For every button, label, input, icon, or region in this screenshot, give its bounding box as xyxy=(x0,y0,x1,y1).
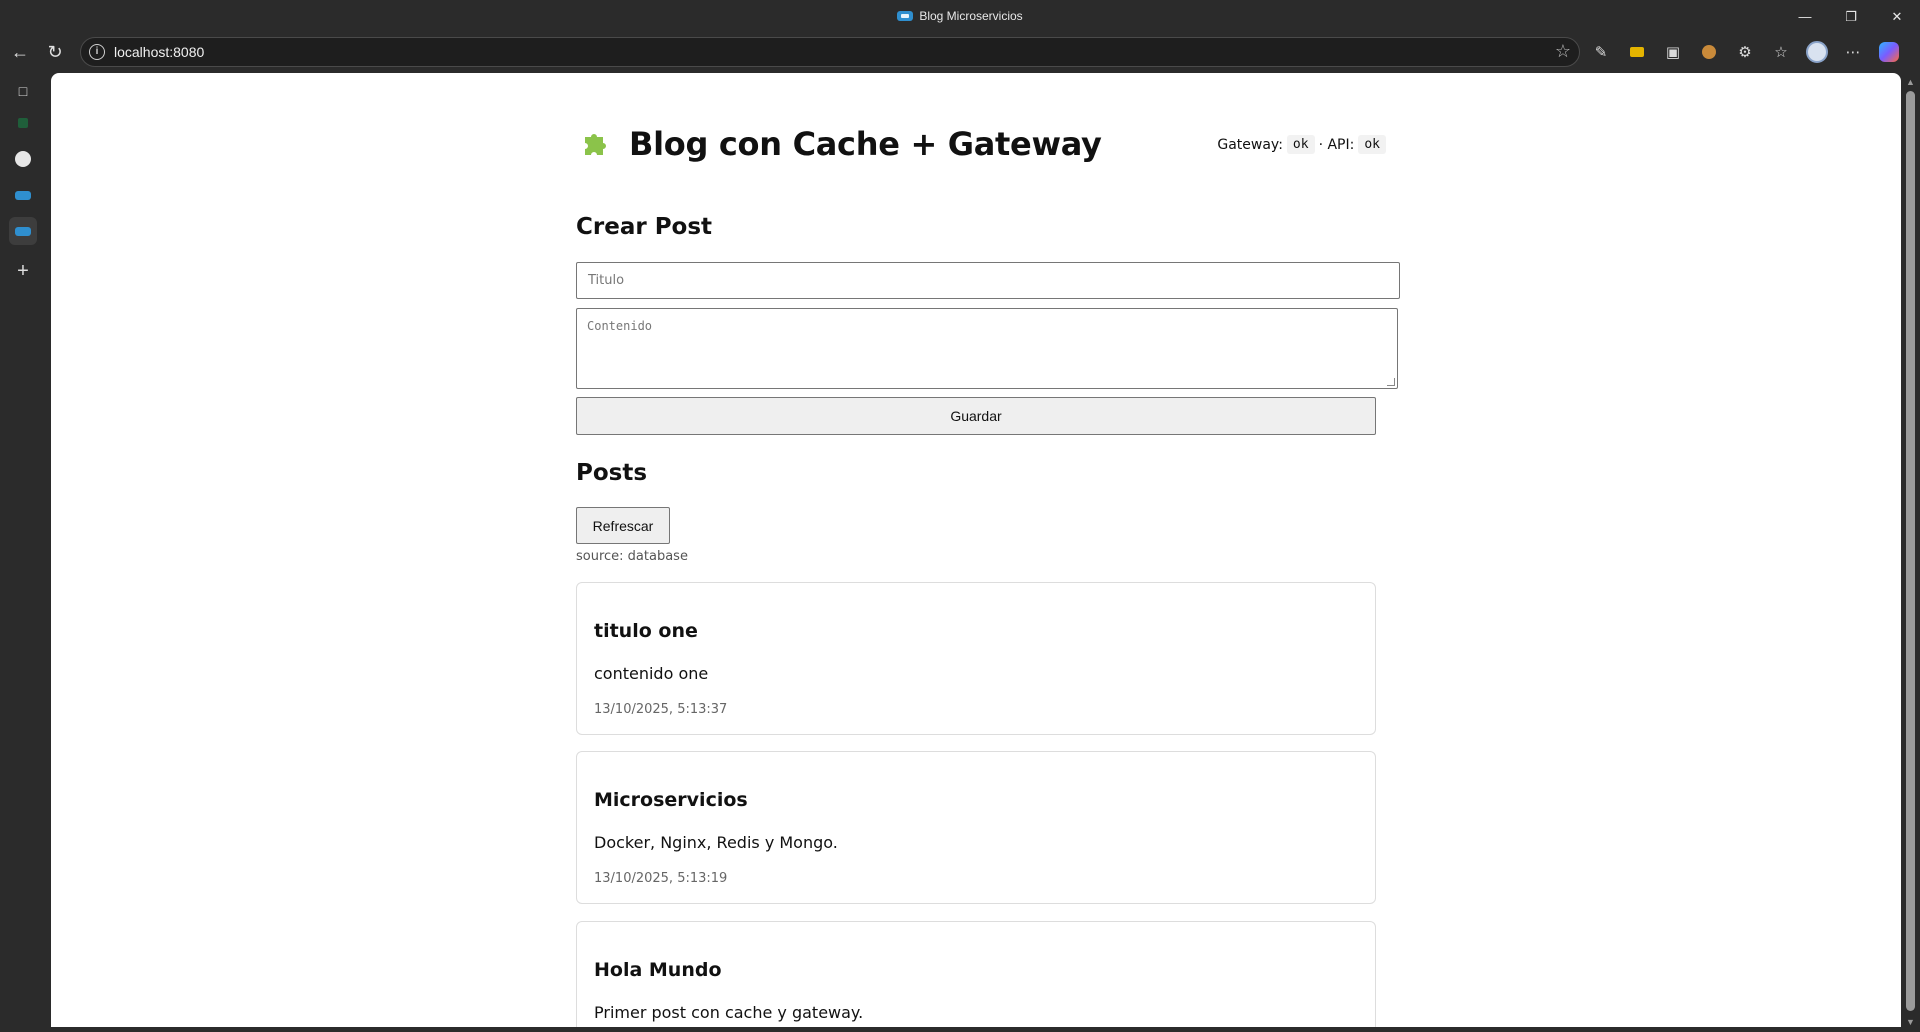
tab-favicon-icon xyxy=(897,11,914,21)
url-text[interactable]: localhost:8080 xyxy=(114,44,204,60)
post-date: 13/10/2025, 5:13:37 xyxy=(594,702,728,717)
service-status: Gateway: ok · API: ok xyxy=(1217,135,1386,154)
pen-extension-icon[interactable]: ✎ xyxy=(1588,39,1614,65)
post-card: Microservicios Docker, Nginx, Redis y Mo… xyxy=(576,751,1376,904)
data-source-label: source: database xyxy=(576,549,688,564)
post-content: Docker, Nginx, Redis y Mongo. xyxy=(594,833,838,852)
puzzle-piece-icon xyxy=(585,134,606,155)
post-content: contenido one xyxy=(594,664,709,683)
post-title-placeholder: Titulo xyxy=(588,273,625,288)
window-title: Blog Microservicios xyxy=(0,9,1920,23)
post-card: Hola Mundo Primer post con cache y gatew… xyxy=(576,921,1376,1027)
post-title: Microservicios xyxy=(594,789,748,811)
resize-grip-icon[interactable] xyxy=(1387,378,1395,386)
api-status-badge: ok xyxy=(1358,135,1386,154)
copilot-icon[interactable] xyxy=(1876,39,1902,65)
api-status-label: · API: xyxy=(1318,136,1355,153)
site-info-icon[interactable]: i xyxy=(89,44,105,60)
new-tab-plus-icon[interactable]: + xyxy=(9,257,37,285)
camera-extension-icon[interactable]: ▣ xyxy=(1660,39,1686,65)
address-bar[interactable]: i localhost:8080 ☆ xyxy=(80,37,1580,67)
post-card: titulo one contenido one 13/10/2025, 5:1… xyxy=(576,582,1376,735)
more-menu-icon[interactable]: ⋯ xyxy=(1840,39,1866,65)
page-viewport: Blog con Cache + Gateway Gateway: ok · A… xyxy=(51,73,1901,1027)
gateway-status-label: Gateway: xyxy=(1217,136,1283,153)
cookie-extension-icon[interactable] xyxy=(1696,39,1722,65)
tab-actions-icon[interactable]: □ xyxy=(9,77,37,105)
sidebar-tab-blog-active[interactable] xyxy=(9,217,37,245)
extensions-icon[interactable]: ⚙ xyxy=(1732,39,1758,65)
post-content-placeholder: Contenido xyxy=(587,319,653,333)
reload-button[interactable]: ↻ xyxy=(42,39,68,65)
vertical-tabs-sidebar: □ + xyxy=(0,71,51,1032)
github-icon xyxy=(15,151,31,167)
sidebar-tab-terminal[interactable] xyxy=(9,109,37,137)
post-title: Hola Mundo xyxy=(594,959,722,981)
scroll-up-arrow-icon[interactable]: ▲ xyxy=(1906,77,1915,87)
post-title-input[interactable]: Titulo xyxy=(576,262,1400,299)
restore-button[interactable]: ❐ xyxy=(1828,0,1874,33)
save-button[interactable]: Guardar xyxy=(576,397,1376,435)
window-titlebar: Blog Microservicios — ❐ ✕ xyxy=(0,0,1920,33)
scrollbar-thumb[interactable] xyxy=(1906,91,1915,1011)
reload-icon: ↻ xyxy=(47,41,63,62)
gateway-status-badge: ok xyxy=(1286,135,1315,154)
favorite-star-icon[interactable]: ☆ xyxy=(1555,41,1571,62)
back-button[interactable]: ← xyxy=(7,39,33,65)
window-title-text: Blog Microservicios xyxy=(919,9,1023,23)
refresh-button[interactable]: Refrescar xyxy=(576,507,670,544)
browser-toolbar: ← ↻ i localhost:8080 ☆ ✎ ▣ ⚙ ☆ ⋯ xyxy=(0,33,1920,71)
sidebar-tab-blog-1[interactable] xyxy=(9,181,37,209)
post-title: titulo one xyxy=(594,620,698,642)
posts-heading: Posts xyxy=(576,460,648,486)
create-post-heading: Crear Post xyxy=(576,214,713,240)
post-date: 13/10/2025, 5:13:19 xyxy=(594,871,728,886)
post-content-textarea[interactable]: Contenido xyxy=(576,308,1398,389)
scroll-down-arrow-icon[interactable]: ▼ xyxy=(1906,1017,1915,1027)
page-scrollbar[interactable]: ▲ ▼ xyxy=(1901,73,1920,1032)
profile-avatar-icon[interactable] xyxy=(1804,39,1830,65)
back-arrow-icon: ← xyxy=(11,41,29,62)
post-content: Primer post con cache y gateway. xyxy=(594,1003,864,1022)
page-header: Blog con Cache + Gateway Gateway: ok · A… xyxy=(576,125,1406,165)
close-button[interactable]: ✕ xyxy=(1874,0,1920,33)
window-controls: — ❐ ✕ xyxy=(1782,0,1920,33)
extensions-bar: ✎ ▣ ⚙ ☆ ⋯ xyxy=(1588,39,1902,65)
ad-extension-icon[interactable] xyxy=(1624,39,1650,65)
sidebar-tab-github[interactable] xyxy=(9,145,37,173)
minimize-button[interactable]: — xyxy=(1782,0,1828,33)
favorites-icon[interactable]: ☆ xyxy=(1768,39,1794,65)
page-title: Blog con Cache + Gateway xyxy=(629,125,1102,163)
